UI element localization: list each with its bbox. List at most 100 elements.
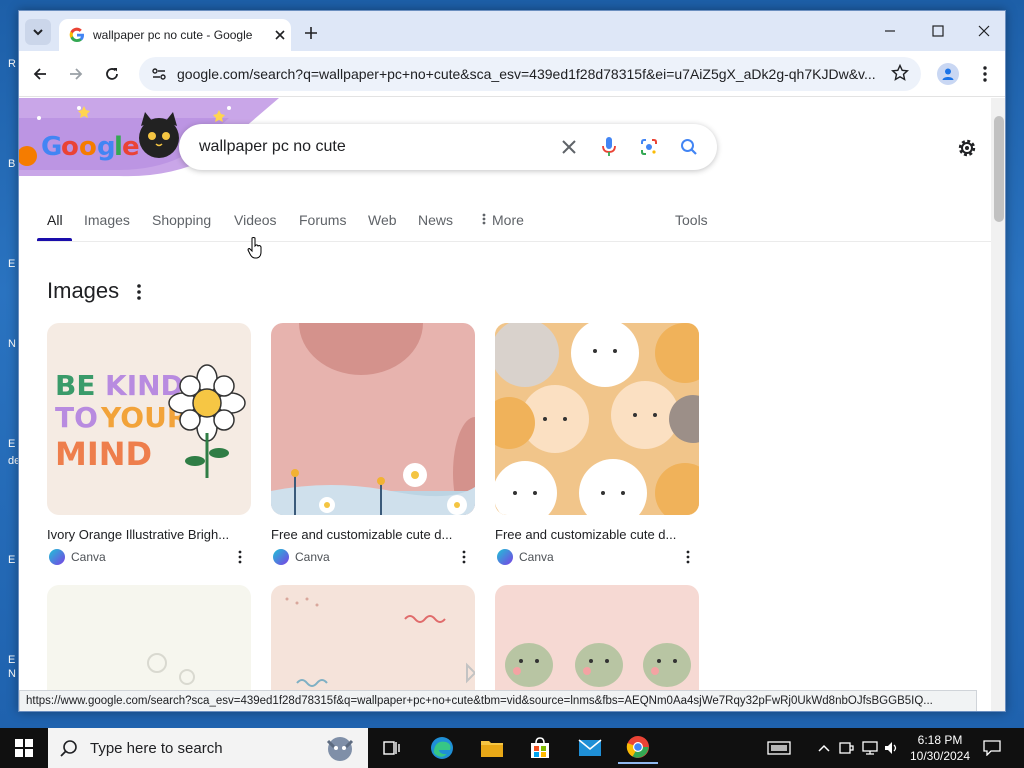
desktop-icon-label[interactable]: B (8, 158, 15, 170)
images-section-heading: Images (47, 278, 120, 303)
image-result-title[interactable]: Ivory Orange Illustrative Brigh... (47, 527, 247, 542)
task-view-button[interactable] (372, 732, 412, 764)
kebab-menu-icon[interactable] (461, 550, 467, 564)
image-thumbnail[interactable]: BE KIND TO YOUR MIND (47, 323, 251, 515)
image-result-title[interactable]: Free and customizable cute d... (271, 527, 471, 542)
network-icon[interactable] (860, 738, 880, 758)
tab-strip: wallpaper pc no cute - Google (19, 11, 1005, 51)
store-app-button[interactable] (520, 732, 560, 764)
tab-images[interactable]: Images (84, 212, 130, 228)
desktop-icon-label[interactable]: R (8, 58, 16, 70)
scrollbar-thumb[interactable] (994, 116, 1004, 222)
reload-button[interactable] (99, 61, 125, 87)
desktop-icon-label[interactable]: E (8, 554, 15, 566)
store-bag-icon (531, 737, 549, 758)
mail-envelope-icon (578, 739, 602, 756)
search-box[interactable]: wallpaper pc no cute (179, 124, 717, 170)
volume-icon[interactable] (882, 738, 902, 758)
tab-all[interactable]: All (47, 212, 63, 228)
image-result-source[interactable]: Canva (47, 549, 251, 565)
chrome-app-button[interactable] (618, 732, 658, 764)
google-favicon-icon (69, 27, 85, 43)
close-tab-button[interactable] (271, 26, 289, 44)
microphone-icon[interactable] (597, 135, 621, 159)
profile-button[interactable] (937, 63, 959, 85)
bookmark-star-icon[interactable] (890, 63, 911, 84)
canva-logo-icon (49, 549, 65, 565)
source-name: Canva (71, 550, 106, 564)
tab-news[interactable]: News (418, 212, 453, 228)
file-explorer-button[interactable] (472, 732, 512, 764)
kebab-menu-icon[interactable] (133, 282, 145, 302)
address-url: google.com/search?q=wallpaper+pc+no+cute… (177, 66, 876, 82)
maximize-icon (932, 25, 944, 37)
arrow-right-icon (70, 68, 83, 80)
tab-search-button[interactable] (25, 19, 51, 45)
close-window-button[interactable] (969, 19, 999, 43)
image-thumbnail[interactable] (495, 323, 699, 515)
desktop-icon-label[interactable]: E (8, 258, 15, 270)
kebab-menu-icon (482, 213, 486, 225)
search-nav-tabs: All Images Shopping Videos Forums Web Ne… (37, 198, 991, 242)
desktop-icon-label[interactable]: N (8, 338, 16, 350)
desktop-icon-label[interactable]: E (8, 654, 15, 666)
image-result-card[interactable]: Free and customizable cute d... Canva (495, 323, 699, 565)
image-result-card[interactable]: BE KIND TO YOUR MIND Ivory Orange Illust… (47, 323, 251, 565)
google-lens-icon[interactable] (637, 135, 661, 159)
image-result-source[interactable]: Canva (271, 549, 475, 565)
desktop-icon-label[interactable]: E (8, 438, 15, 450)
kebab-menu-icon (983, 66, 987, 82)
site-info-icon[interactable] (149, 64, 169, 84)
tab-shopping[interactable]: Shopping (152, 212, 211, 228)
close-icon (275, 30, 285, 40)
status-bar-url: https://www.google.com/search?sca_esv=43… (19, 690, 977, 711)
image-result-card[interactable]: Free and customizable cute d... Canva (271, 323, 475, 565)
image-thumbnail[interactable] (271, 323, 475, 515)
kebab-menu-icon[interactable] (237, 550, 243, 564)
new-tab-button[interactable] (299, 21, 323, 45)
settings-gear-icon[interactable] (955, 136, 979, 160)
device-tray-icon[interactable] (836, 738, 856, 758)
desktop-icon-label[interactable]: N (8, 668, 16, 680)
cute-cats-illustration (495, 323, 699, 515)
notification-icon[interactable] (982, 738, 1002, 758)
page-scrollbar[interactable] (991, 98, 1005, 711)
browser-menu-button[interactable] (975, 63, 995, 85)
taskbar-search-placeholder: Type here to search (90, 739, 223, 757)
tools-button[interactable]: Tools (675, 212, 708, 228)
svg-text:o: o (61, 132, 79, 162)
back-button[interactable] (27, 61, 53, 87)
taskbar-clock[interactable]: 6:18 PM 10/30/2024 (900, 732, 980, 764)
mail-app-button[interactable] (570, 732, 610, 764)
search-results-page: G o o g l e wallpaper pc no cute All Ima… (19, 98, 991, 711)
chevron-up-icon[interactable] (814, 738, 834, 758)
tab-videos[interactable]: Videos (234, 212, 277, 228)
task-view-icon (383, 741, 400, 755)
start-button[interactable] (0, 728, 48, 768)
search-icon (60, 740, 77, 757)
address-bar[interactable]: google.com/search?q=wallpaper+pc+no+cute… (139, 57, 921, 91)
minimize-button[interactable] (875, 19, 905, 43)
taskbar-search-box[interactable]: Type here to search (48, 728, 368, 768)
browser-tab[interactable]: wallpaper pc no cute - Google (59, 19, 291, 51)
person-icon (942, 68, 954, 80)
kebab-menu-icon[interactable] (685, 550, 691, 564)
search-input[interactable]: wallpaper pc no cute (199, 138, 557, 156)
search-highlight-icon (326, 737, 354, 761)
image-result-source[interactable]: Canva (495, 549, 699, 565)
image-result-title[interactable]: Free and customizable cute d... (495, 527, 695, 542)
close-icon (978, 25, 990, 37)
maximize-button[interactable] (923, 19, 953, 43)
tab-more[interactable]: More (482, 212, 524, 228)
keyboard-tray-icon[interactable] (766, 738, 792, 758)
forward-button[interactable] (63, 61, 89, 87)
search-icon[interactable] (677, 135, 701, 159)
folder-icon (481, 741, 503, 757)
clear-search-icon[interactable] (557, 135, 581, 159)
canva-logo-icon (497, 549, 513, 565)
tab-web[interactable]: Web (368, 212, 397, 228)
browser-window: wallpaper pc no cute - Google google.com… (18, 10, 1006, 712)
edge-app-button[interactable] (422, 732, 462, 764)
svg-text:MIND: MIND (55, 435, 152, 473)
tab-forums[interactable]: Forums (299, 212, 346, 228)
